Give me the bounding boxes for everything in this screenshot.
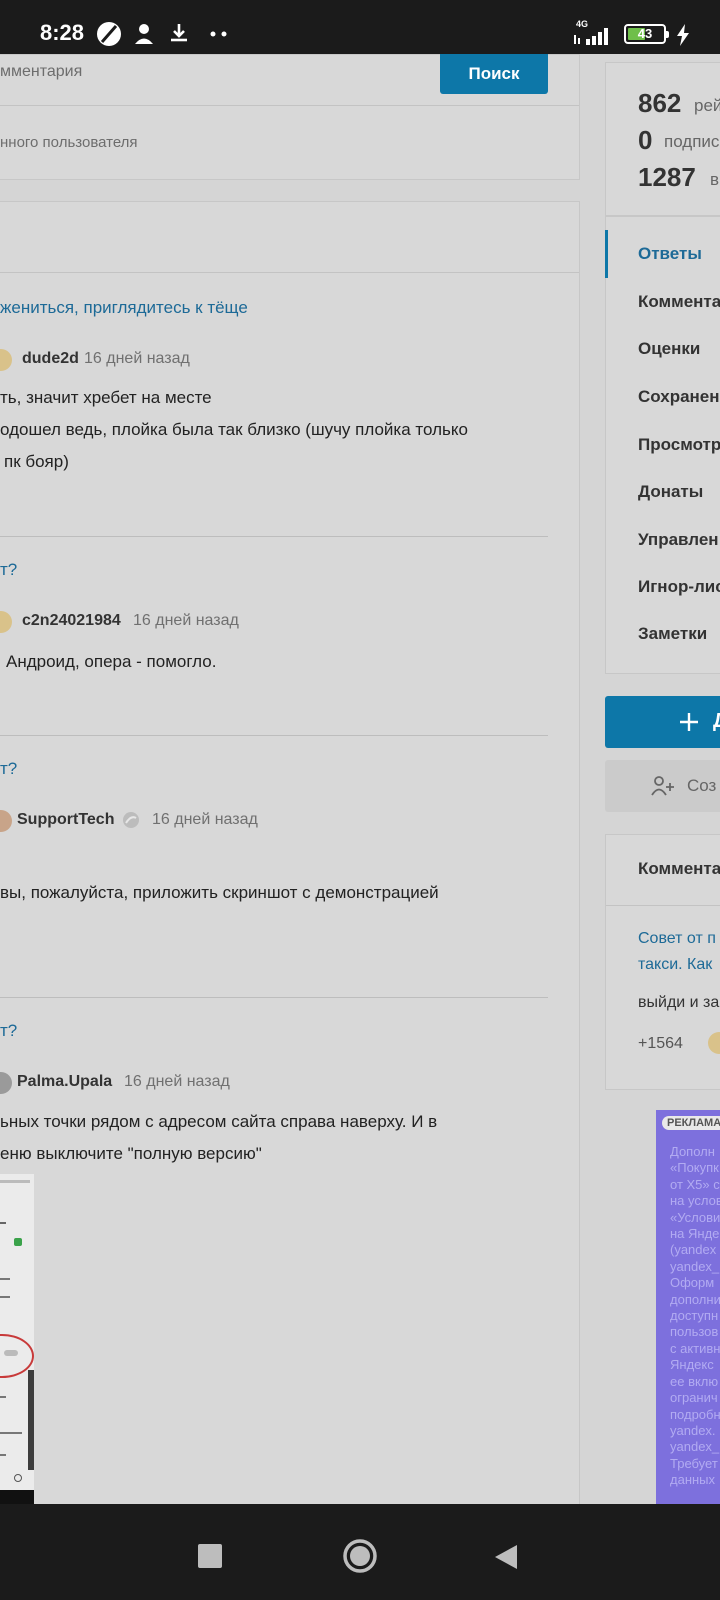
navigation-bar <box>0 1504 720 1600</box>
comment-post-link[interactable]: т? <box>0 1021 17 1041</box>
download-icon <box>171 24 187 42</box>
comment-text: ть, значит хребет на месте <box>0 388 212 407</box>
comment-author[interactable]: Palma.Upala <box>17 1073 112 1091</box>
signal-icon <box>574 28 608 45</box>
add-users-icon <box>651 776 674 796</box>
divider <box>0 536 548 537</box>
views-label: в <box>710 170 720 189</box>
ad-text-line: Яндекс <box>670 1357 714 1373</box>
comment-text: пк бояр) <box>4 452 69 471</box>
ad-text-line: доступн <box>670 1308 719 1324</box>
battery-icon: 43 <box>624 24 669 44</box>
views-count: 1287 <box>638 162 696 192</box>
comment-time[interactable]: 16 дней назад <box>124 1073 230 1091</box>
menu-item-ignore-list[interactable]: Игнор-лис <box>638 577 720 597</box>
comment-time[interactable]: 16 дней назад <box>84 350 190 368</box>
status-bar: 8:28 4G 43 <box>0 0 720 54</box>
featured-comment-rating: +1564 <box>638 1035 683 1052</box>
vpn-globe-icon <box>97 22 121 46</box>
ad-banner[interactable]: РЕКЛАМА Дополн «Покупк от X5» с на услов «Ус… <box>656 1110 720 1504</box>
menu-item-saved[interactable]: Сохранен <box>638 387 720 407</box>
search-input[interactable]: мментария <box>0 63 82 81</box>
search-option-user[interactable]: нного пользователя <box>0 134 138 151</box>
person-icon <box>135 24 153 44</box>
ad-badge: РЕКЛАМА <box>662 1116 720 1130</box>
recents-button[interactable] <box>198 1544 222 1568</box>
ad-text-line: подробн <box>670 1406 720 1422</box>
menu-item-ratings[interactable]: Оценки <box>638 339 700 359</box>
comment-post-link[interactable]: т? <box>0 560 17 580</box>
comment-time[interactable]: 16 дней назад <box>133 612 239 630</box>
plus-icon <box>680 713 698 731</box>
menu-item-management[interactable]: Управлен <box>638 530 719 550</box>
rating-count: 862 <box>638 88 682 118</box>
charging-icon <box>677 24 689 46</box>
comment-author[interactable]: SupportTech <box>17 811 114 829</box>
featured-comment-text: выйди и за <box>638 994 720 1011</box>
ad-text-line: с активн <box>670 1340 720 1356</box>
ad-text-line: Требует <box>670 1455 718 1471</box>
menu-active-indicator <box>605 230 608 278</box>
menu-item-viewed[interactable]: Просмотр <box>638 435 720 455</box>
comment-time[interactable]: 16 дней назад <box>152 811 258 829</box>
ad-text-line: на Янде <box>670 1226 720 1242</box>
divider <box>0 735 548 736</box>
comment-text: одошел ведь, плойка была так близко (шуч… <box>0 420 468 439</box>
more-dots-icon <box>210 31 227 37</box>
battery-level: 43 <box>637 26 653 41</box>
create-community-button[interactable]: Соз <box>605 760 720 812</box>
menu-item-answers[interactable]: Ответы <box>638 244 702 264</box>
top-comments-header: Коммента <box>638 859 720 878</box>
ad-text-line: yandex_ <box>670 1258 720 1274</box>
ad-text-line: yandex_ <box>670 1439 720 1455</box>
divider <box>0 997 548 998</box>
subscribers-count: 0 <box>638 125 653 155</box>
ad-text-line: ее вклю <box>670 1373 719 1389</box>
ad-text-line: от X5» с <box>670 1176 720 1192</box>
menu-item-comments[interactable]: Коммента <box>638 292 720 312</box>
comment-text: Андроид, опера - помогло. <box>6 652 217 671</box>
back-triangle-icon[interactable] <box>494 1544 518 1570</box>
ad-text-line: дополни <box>670 1291 720 1307</box>
comment-post-link[interactable]: т? <box>0 759 17 779</box>
comment-text: вы, пожалуйста, приложить скриншот с дем… <box>0 883 439 902</box>
ad-text-line: Оформ <box>670 1275 715 1291</box>
add-post-button[interactable]: Д <box>605 696 720 748</box>
ad-text-line: Дополн <box>670 1144 715 1159</box>
menu-item-notes[interactable]: Заметки <box>638 624 707 644</box>
home-circle-icon[interactable] <box>342 1538 378 1574</box>
search-button[interactable]: Поиск <box>440 54 548 94</box>
subscribers-label: подпис <box>664 132 720 151</box>
ad-text-line: пользов <box>670 1324 719 1340</box>
status-time: 8:28 <box>40 20 85 45</box>
ad-text-line: yandex. <box>670 1422 716 1438</box>
rating-label: рей <box>694 96 720 115</box>
comment-author[interactable]: c2n24021984 <box>22 612 121 630</box>
ad-text-line: «Услови <box>670 1209 720 1225</box>
ad-text-line: огранич <box>670 1390 718 1406</box>
attached-screenshot[interactable] <box>0 1174 34 1504</box>
ad-text-line: «Покупк <box>670 1160 719 1176</box>
comment-post-link[interactable]: жениться, приглядитесь к тёще <box>0 298 248 318</box>
verified-badge-icon <box>123 812 139 828</box>
ad-text-line: (yandex <box>670 1242 717 1258</box>
ad-text: Дополн «Покупк от X5» с на услов «Услови на Я… <box>670 1144 720 1489</box>
comment-text: еню выключите "полную версию" <box>0 1144 262 1163</box>
ad-text-line: на услов <box>670 1193 720 1209</box>
create-community-label: Соз <box>687 776 717 795</box>
comment-text: ьных точки рядом с адресом сайта справа … <box>0 1112 438 1131</box>
featured-comment-link[interactable]: Совет от п <box>638 930 716 948</box>
menu-item-donations[interactable]: Донаты <box>638 482 703 502</box>
add-post-label: Д <box>713 710 720 733</box>
featured-comment-link[interactable]: такси. Как <box>638 956 712 974</box>
ad-text-line: данных <box>670 1472 716 1488</box>
comment-author[interactable]: dude2d <box>22 350 79 368</box>
